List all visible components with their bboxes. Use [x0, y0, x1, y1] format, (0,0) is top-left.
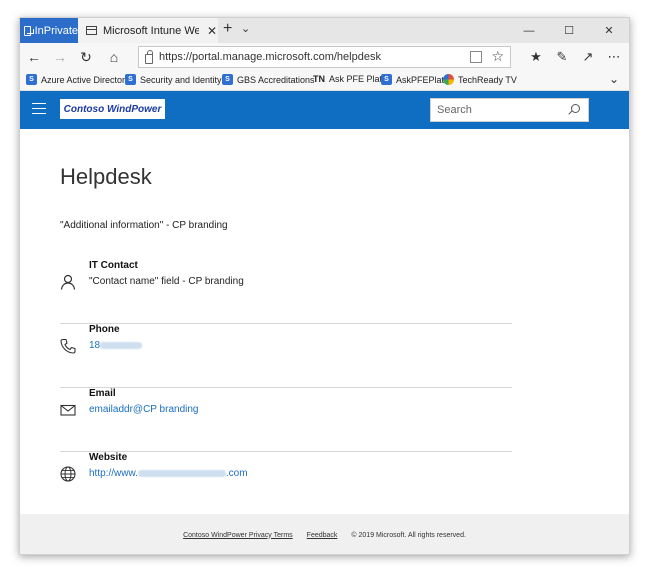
email-section: Email emailaddr@CP branding: [60, 388, 512, 452]
favorite-label: AskPFEPlat: [396, 74, 445, 85]
website-suffix: .com: [225, 468, 248, 479]
search-input[interactable]: [437, 104, 567, 116]
more-icon[interactable]: ⋯: [604, 47, 624, 67]
refresh-icon[interactable]: ↻: [76, 47, 96, 67]
phone-label: Phone: [89, 324, 120, 335]
phone-icon: [60, 338, 76, 354]
favorites-overflow-chevron-icon[interactable]: ⌄: [609, 72, 619, 86]
favorite-label: Security and Identity: [140, 74, 222, 85]
website-label: Website: [89, 452, 128, 463]
sharepoint-icon: S: [381, 74, 392, 85]
technet-icon: TN: [313, 74, 325, 84]
redacted-website: [137, 469, 226, 477]
page-footer: Contoso WindPower Privacy Terms Feedback…: [20, 514, 629, 554]
reading-view-icon[interactable]: [470, 51, 482, 63]
phone-link[interactable]: 18: [89, 340, 143, 351]
browser-window: InPrivate Microsoft Intune Web C ✕ + ⌄ —…: [19, 17, 630, 555]
favorite-label: TechReady TV: [458, 74, 517, 85]
sharepoint-icon: S: [26, 74, 37, 85]
maximize-icon[interactable]: ☐: [549, 18, 589, 43]
redacted-phone: [100, 341, 143, 349]
phone-visible-prefix: 18: [89, 340, 101, 351]
favorites-hub-icon[interactable]: ★: [526, 47, 546, 67]
website-section: Website http://www. .com: [60, 452, 512, 516]
favorites-bar: S Azure Active Director S Security and I…: [20, 71, 629, 91]
additional-information: "Additional information" - CP branding: [60, 220, 228, 231]
address-bar: ← → ↻ ⌂ https://portal.manage.microsoft.…: [20, 43, 629, 71]
it-contact-section: IT Contact "Contact name" field - CP bra…: [60, 260, 512, 324]
feedback-link[interactable]: Feedback: [307, 532, 338, 539]
it-contact-value: "Contact name" field - CP branding: [89, 276, 244, 287]
tab-active[interactable]: Microsoft Intune Web C ✕: [78, 18, 218, 43]
website-link[interactable]: http://www. .com: [89, 468, 248, 479]
techready-icon: [443, 74, 454, 85]
back-arrow-icon[interactable]: ←: [24, 47, 44, 67]
close-tab-icon[interactable]: ✕: [207, 24, 217, 38]
inprivate-label: InPrivate: [34, 24, 78, 37]
phone-section: Phone 18: [60, 324, 512, 388]
favorite-item[interactable]: S Security and Identity: [125, 74, 222, 85]
favorite-item[interactable]: TechReady TV: [443, 74, 517, 85]
new-tab-button[interactable]: +: [223, 20, 232, 38]
website-prefix: http://www.: [89, 468, 138, 479]
main-content: Helpdesk "Additional information" - CP b…: [20, 129, 629, 514]
privacy-terms-link[interactable]: Contoso WindPower Privacy Terms: [183, 532, 293, 539]
favorite-label: GBS Accreditations: [237, 74, 315, 85]
tab-list-chevron-icon[interactable]: ⌄: [241, 22, 250, 35]
close-window-icon[interactable]: ✕: [589, 18, 629, 43]
tab-strip: InPrivate Microsoft Intune Web C ✕ + ⌄ —…: [20, 18, 629, 43]
home-icon[interactable]: ⌂: [104, 47, 124, 67]
favorite-star-icon[interactable]: ☆: [491, 48, 504, 65]
company-logo[interactable]: Contoso WindPower: [60, 99, 165, 119]
minimize-icon[interactable]: —: [509, 18, 549, 43]
inprivate-badge[interactable]: InPrivate: [20, 18, 78, 43]
inprivate-icon: [24, 25, 34, 36]
search-box[interactable]: [430, 98, 589, 122]
page-title: Helpdesk: [60, 164, 152, 189]
it-contact-label: IT Contact: [89, 260, 138, 271]
url-text: https://portal.manage.microsoft.com/help…: [159, 51, 381, 63]
lock-icon: [145, 49, 153, 64]
envelope-icon: [60, 404, 76, 416]
pen-icon[interactable]: ✎: [552, 47, 572, 67]
window-controls: — ☐ ✕: [509, 18, 629, 43]
search-icon[interactable]: [571, 104, 580, 113]
tab-title: Microsoft Intune Web C: [103, 24, 199, 37]
globe-icon: [60, 466, 76, 482]
favorite-item[interactable]: S Azure Active Director: [26, 74, 125, 85]
email-link[interactable]: emailaddr@CP branding: [89, 404, 198, 415]
share-icon[interactable]: ↗: [578, 47, 598, 67]
sharepoint-icon: S: [125, 74, 136, 85]
email-label: Email: [89, 388, 116, 399]
favorite-label: Ask PFE Plat: [329, 74, 383, 84]
url-field[interactable]: https://portal.manage.microsoft.com/help…: [138, 46, 511, 68]
favorite-label: Azure Active Director: [41, 74, 126, 85]
copyright-text: © 2019 Microsoft. All rights reserved.: [351, 531, 466, 539]
favorite-item[interactable]: TN Ask PFE Plat: [313, 74, 382, 84]
hamburger-menu-icon[interactable]: [32, 103, 46, 114]
page-icon: [86, 26, 97, 35]
person-icon: [60, 274, 76, 290]
favorite-item[interactable]: S AskPFEPlat: [381, 74, 444, 85]
sharepoint-icon: S: [222, 74, 233, 85]
forward-arrow-icon[interactable]: →: [50, 47, 70, 67]
site-header: Contoso WindPower: [20, 91, 629, 129]
favorite-item[interactable]: S GBS Accreditations: [222, 74, 315, 85]
